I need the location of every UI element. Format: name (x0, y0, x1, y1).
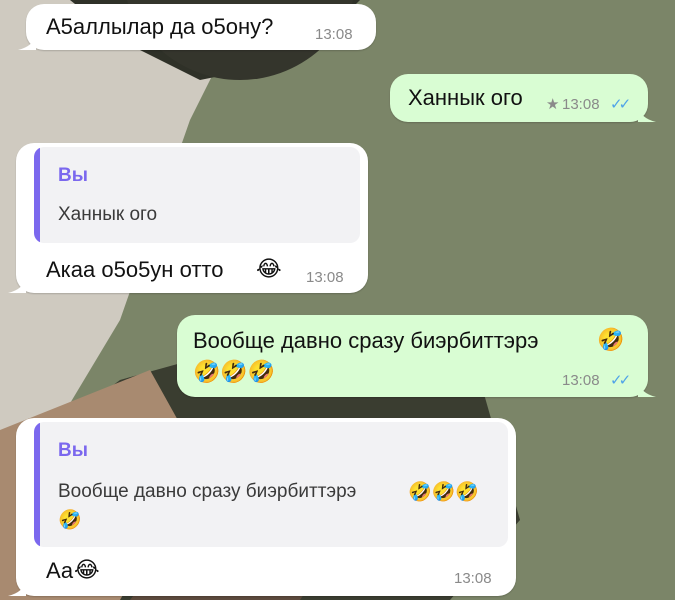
message-time: 13:08 (454, 570, 492, 587)
quote-author: Вы (58, 165, 88, 186)
message-time: 13:08 (562, 96, 600, 113)
read-receipt-icon: ✓✓ (610, 96, 631, 113)
message-bubble-outgoing[interactable]: Вообще давно сразу биэрбиттэрэ 🤣 🤣🤣🤣 13:… (177, 315, 656, 397)
bubble-tail-icon (638, 381, 656, 397)
rolling-laughing-emoji-icon: 🤣 (597, 328, 625, 353)
quoted-message[interactable]: Вы Вообще давно сразу биэрбиттэрэ 🤣🤣🤣 🤣 (34, 422, 508, 547)
message-text: Аа (46, 558, 74, 583)
message-text: А5аллылар да о5ону? (46, 14, 274, 39)
quoted-message[interactable]: Вы Ханнык ого (34, 147, 360, 243)
tears-of-joy-emoji-icon: 😂 (256, 257, 282, 282)
bubble-tail-icon (638, 106, 656, 122)
message-text: Ханнык ого (408, 85, 523, 110)
message-bubble-outgoing[interactable]: Ханнык ого ★ 13:08 ✓✓ (390, 74, 656, 122)
message-bubble-incoming[interactable]: А5аллылар да о5ону? 13:08 (18, 4, 376, 50)
quote-accent-bar (34, 422, 40, 547)
bubble-tail-icon (18, 34, 36, 50)
message-time: 13:08 (562, 372, 600, 389)
quote-accent-bar (34, 147, 40, 243)
rolling-laughing-emoji-icon: 🤣🤣🤣 (193, 360, 276, 385)
message-text: Акаа о5о5ун отто (46, 257, 224, 282)
message-time: 13:08 (306, 269, 344, 286)
quote-author: Вы (58, 440, 88, 461)
bubble-tail-icon (8, 580, 26, 596)
quote-text: Вообще давно сразу биэрбиттэрэ (58, 481, 357, 502)
rolling-laughing-emoji-icon: 🤣 (58, 509, 82, 531)
bubble-tail-icon (8, 277, 26, 293)
quote-text: Ханнык ого (58, 204, 158, 225)
message-bubble-incoming-reply[interactable]: Вы Вообще давно сразу биэрбиттэрэ 🤣🤣🤣 🤣 … (8, 418, 516, 596)
rolling-laughing-emoji-icon: 🤣🤣🤣 (408, 481, 479, 503)
starred-icon: ★ (546, 96, 560, 113)
message-bubble-incoming-reply[interactable]: Вы Ханнык ого Акаа о5о5ун отто 😂 13:08 (8, 143, 368, 293)
tears-of-joy-emoji-icon: 😂 (74, 558, 100, 583)
message-time: 13:08 (315, 26, 353, 43)
read-receipt-icon: ✓✓ (610, 372, 631, 389)
message-text: Вообще давно сразу биэрбиттэрэ (193, 328, 539, 353)
